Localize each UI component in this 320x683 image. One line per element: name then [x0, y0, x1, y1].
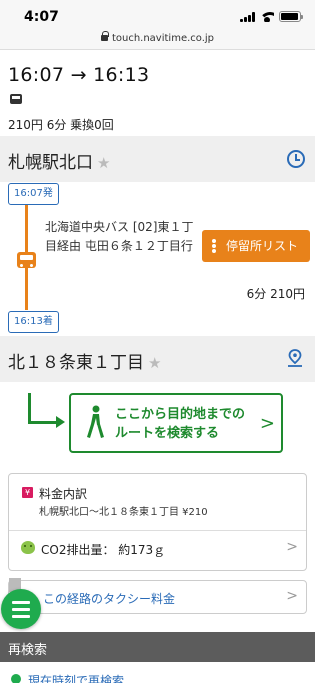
- departure-station-name[interactable]: 札幌駅北口 ★: [8, 148, 110, 173]
- url-domain: touch.navitime.co.jp: [111, 33, 215, 44]
- route-times: 16:07 → 16:13: [8, 64, 150, 86]
- stop-list-button[interactable]: 停留所リスト: [202, 230, 310, 262]
- status-icons: [240, 11, 303, 22]
- walk-arrow: [28, 393, 31, 423]
- arrival-time-badge: 16:13着: [8, 311, 59, 333]
- lock-icon: [100, 31, 109, 41]
- signal-icon: [240, 12, 255, 22]
- stop-list-label: 停留所リスト: [226, 239, 299, 253]
- yen-icon: ¥: [22, 487, 33, 498]
- research-current-time-link[interactable]: 現在時刻で再検索: [0, 662, 315, 683]
- taxi-fare-label: この経路のタクシー料金: [43, 592, 176, 606]
- taxi-fare-link[interactable]: この経路のタクシー料金 >: [8, 578, 307, 614]
- stop-list-icon: [212, 239, 217, 253]
- co2-icon: [21, 541, 35, 554]
- fare-title: 料金内訳: [39, 487, 88, 501]
- arrival-station-row[interactable]: 北１８条東１丁目 ★: [0, 336, 315, 382]
- research-header-label: 再検索: [8, 643, 48, 658]
- chevron-right-icon: >: [259, 413, 275, 434]
- segment-duration-fare: 6分 210円: [246, 287, 305, 301]
- co2-emission[interactable]: CO2排出量： 約173ｇ: [41, 541, 165, 558]
- star-icon[interactable]: ★: [148, 354, 161, 372]
- chevron-right-icon[interactable]: >: [286, 539, 298, 555]
- status-time: 4:07: [24, 9, 59, 25]
- divider: [9, 530, 306, 531]
- walk-route-label: ここから目的地までの ルートを検索する: [115, 407, 246, 441]
- fare-detail: 札幌駅北口〜北１８条東１丁目 ¥210: [39, 507, 208, 518]
- wifi-icon: [260, 12, 274, 22]
- research-current-time-label: 現在時刻で再検索: [28, 674, 125, 683]
- refresh-icon: [11, 674, 21, 683]
- url-bar[interactable]: touch.navitime.co.jp: [0, 30, 315, 50]
- status-bar: 4:07: [0, 0, 315, 30]
- chevron-right-icon: >: [286, 588, 298, 604]
- route-info: 210円 6分 乗換0回: [8, 118, 114, 132]
- departure-time-badge: 16:07発: [8, 183, 59, 205]
- map-pin-icon[interactable]: [287, 349, 303, 367]
- departure-station-row[interactable]: 札幌駅北口 ★: [0, 136, 315, 182]
- walking-person-icon: [87, 405, 104, 438]
- research-header: 再検索: [0, 632, 315, 662]
- fare-box: ¥ 料金内訳 札幌駅北口〜北１８条東１丁目 ¥210 CO2排出量： 約173ｇ…: [8, 473, 307, 571]
- battery-icon: [279, 11, 303, 22]
- star-icon[interactable]: ★: [97, 154, 110, 172]
- arrival-station-name[interactable]: 北１８条東１丁目 ★: [8, 348, 161, 373]
- walk-route-button[interactable]: ここから目的地までの ルートを検索する >: [69, 393, 283, 453]
- bus-line-name: 北海道中央バス [02]東１丁目経由 屯田６条１２丁目行: [45, 220, 194, 253]
- bus-icon: [10, 94, 22, 104]
- arrow-head-icon: [56, 416, 65, 428]
- menu-fab-button[interactable]: [1, 589, 41, 629]
- route-summary: 16:07 → 16:13 210円 6分 乗換0回: [0, 50, 315, 136]
- clock-icon[interactable]: [287, 150, 305, 168]
- bus-icon: [17, 252, 36, 268]
